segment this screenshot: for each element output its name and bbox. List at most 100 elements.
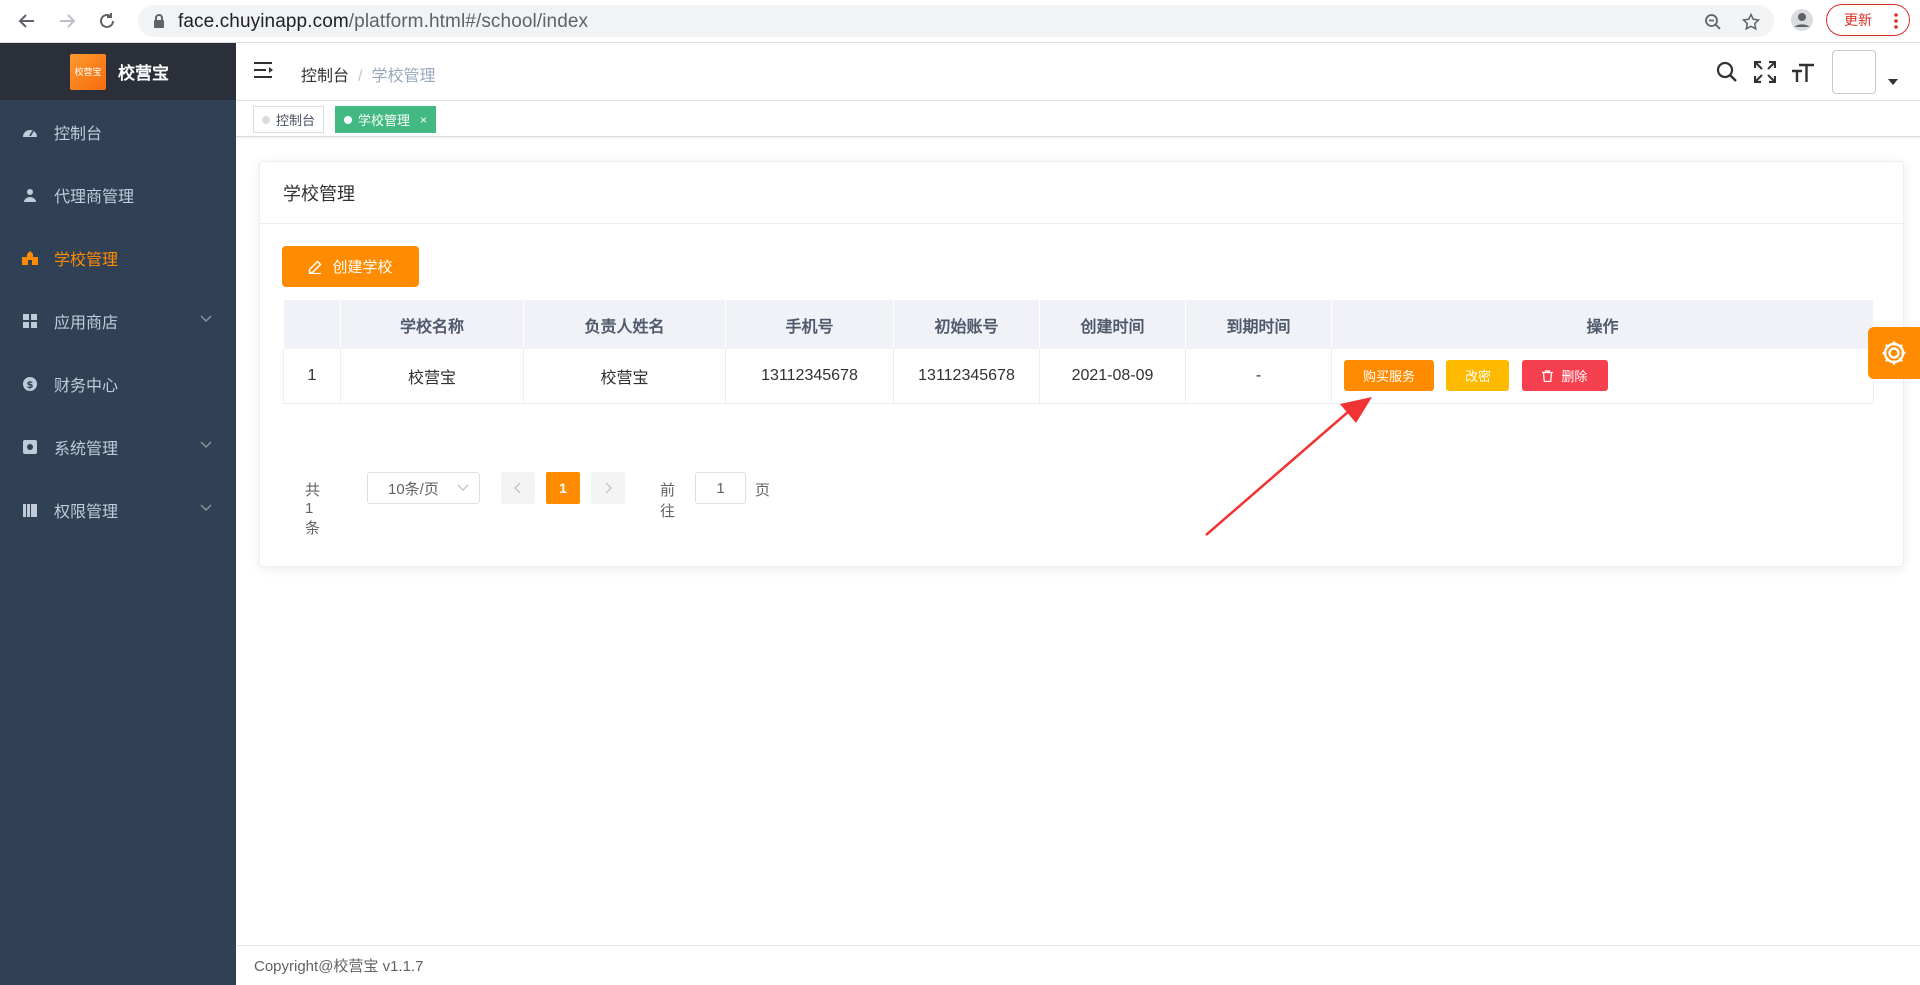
brand-title: 校营宝 [118, 64, 169, 83]
system-icon [22, 439, 38, 455]
footer: Copyright@校营宝 v1.1.7 [236, 945, 1920, 985]
tag-label: 学校管理 [358, 113, 411, 128]
create-school-label: 创建学校 [332, 259, 393, 276]
search-icon[interactable] [1716, 61, 1738, 83]
page-number[interactable]: 1 [546, 472, 580, 504]
settings-button[interactable] [1868, 327, 1920, 379]
reload-icon [100, 13, 114, 28]
delete-button[interactable]: 删除 [1521, 360, 1608, 392]
update-button[interactable]: 更新 [1826, 4, 1910, 36]
font-size-icon[interactable] [1791, 61, 1815, 83]
sidebar-item-system[interactable]: 系统管理 [0, 415, 236, 478]
page-size-select[interactable]: 10条/页 [367, 472, 480, 504]
buy-service-button[interactable]: 购买服务 [1344, 360, 1434, 392]
sidebar: 校营宝 校营宝 控制台 代理商管理 学校管理 应用商店 $ 财务中心 系统管理 … [0, 43, 236, 985]
address-bar[interactable]: face.chuyinapp.com/platform.html#/school… [138, 5, 1774, 37]
update-label: 更新 [1844, 12, 1872, 28]
create-school-button[interactable]: 创建学校 [282, 246, 419, 287]
column-header: 到期时间 [1185, 300, 1332, 349]
arrow-left-icon [18, 14, 34, 28]
breadcrumb: 控制台 / 学校管理 [301, 62, 435, 86]
goto-page-input[interactable]: 1 [695, 472, 746, 504]
table-header-row: 学校名称 负责人姓名 手机号 初始账号 创建时间 到期时间 操作 [283, 300, 1874, 349]
zoom-icon[interactable] [1704, 13, 1722, 31]
gear-icon [1882, 341, 1906, 365]
fullscreen-icon[interactable] [1754, 61, 1776, 83]
copyright-text: Copyright@校营宝 v1.1.7 [254, 958, 424, 975]
chevron-down-icon [200, 441, 212, 448]
cell-index: 1 [283, 349, 341, 404]
page-label: 页 [755, 482, 771, 499]
chevron-left-icon [514, 482, 521, 494]
table-row: 1 校营宝 校营宝 13112345678 13112345678 2021-0… [283, 349, 1874, 404]
cell-actions: 购买服务 改密 删除 [1331, 349, 1874, 404]
sidebar-item-agents[interactable]: 代理商管理 [0, 163, 236, 226]
sidebar-item-finance[interactable]: $ 财务中心 [0, 352, 236, 415]
sidebar-item-label: 应用商店 [54, 314, 119, 332]
sidebar-item-label: 控制台 [54, 125, 103, 143]
chevron-down-icon [200, 315, 212, 322]
more-vert-icon [1894, 13, 1898, 29]
delete-label: 删除 [1561, 369, 1588, 385]
breadcrumb-home[interactable]: 控制台 [301, 68, 349, 85]
url-text: face.chuyinapp.com/platform.html#/school… [178, 11, 589, 32]
back-button[interactable] [14, 8, 40, 34]
brand[interactable]: 校营宝 校营宝 [0, 43, 236, 100]
star-icon[interactable] [1742, 13, 1760, 31]
sidebar-item-dashboard[interactable]: 控制台 [0, 100, 236, 163]
sidebar-item-permission[interactable]: 权限管理 [0, 478, 236, 541]
chevron-down-icon [200, 504, 212, 511]
sidebar-item-school[interactable]: 学校管理 [0, 226, 236, 289]
school-card: 学校管理 创建学校 学校名称 负责人姓名 手机号 初始账号 创建时间 到期时间 … [259, 161, 1904, 567]
profile-icon[interactable] [1790, 8, 1814, 32]
top-navbar: 控制台 / 学校管理 [236, 43, 1920, 101]
caret-down-icon[interactable] [1888, 79, 1898, 85]
next-page-button[interactable] [591, 472, 625, 504]
column-header: 创建时间 [1039, 300, 1186, 349]
reload-button[interactable] [94, 8, 120, 34]
page-size-value: 10条/页 [388, 480, 439, 498]
cell-phone: 13112345678 [725, 349, 894, 404]
tag-dashboard[interactable]: 控制台 [253, 106, 325, 133]
column-header: 学校名称 [340, 300, 524, 349]
close-icon[interactable]: × [420, 113, 427, 127]
pagination-total: 共 1 条 [305, 482, 321, 537]
school-table: 学校名称 负责人姓名 手机号 初始账号 创建时间 到期时间 操作 1 校营宝 校… [283, 300, 1874, 404]
column-header: 负责人姓名 [523, 300, 726, 349]
arrow-right-icon [60, 14, 76, 28]
svg-text:$: $ [27, 380, 34, 391]
browser-toolbar: face.chuyinapp.com/platform.html#/school… [0, 0, 1920, 43]
edit-icon [309, 259, 323, 274]
windows-icon [22, 313, 38, 329]
column-header: 初始账号 [893, 300, 1040, 349]
chevron-down-icon [457, 484, 469, 491]
breadcrumb-current: 学校管理 [371, 68, 436, 85]
lock-icon [154, 14, 164, 28]
sidebar-item-app-store[interactable]: 应用商店 [0, 289, 236, 352]
sidebar-item-label: 系统管理 [54, 440, 119, 458]
sidebar-item-label: 代理商管理 [54, 188, 135, 206]
trash-icon [1542, 370, 1554, 382]
sidebar-item-label: 财务中心 [54, 377, 119, 395]
hamburger-icon[interactable] [254, 61, 274, 79]
tag-label: 控制台 [276, 113, 316, 128]
avatar[interactable] [1832, 50, 1876, 94]
cell-created: 2021-08-09 [1039, 349, 1186, 404]
prev-page-button[interactable] [501, 472, 535, 504]
cell-expires: - [1185, 349, 1332, 404]
chevron-right-icon [605, 482, 612, 494]
change-password-button[interactable]: 改密 [1446, 360, 1510, 392]
column-header [283, 300, 341, 349]
sidebar-item-label: 权限管理 [54, 503, 119, 521]
cell-owner-name: 校营宝 [523, 349, 726, 404]
tag-school[interactable]: 学校管理 × [335, 106, 437, 133]
cell-school-name: 校营宝 [340, 349, 524, 404]
column-header: 手机号 [725, 300, 894, 349]
goto-label: 前往 [660, 482, 676, 520]
dashboard-icon [22, 124, 38, 140]
forward-button[interactable] [54, 8, 80, 34]
tag-dot [344, 115, 352, 124]
tags-view: 控制台 学校管理 × [236, 101, 1920, 137]
school-icon [22, 250, 38, 266]
cell-account: 13112345678 [893, 349, 1040, 404]
